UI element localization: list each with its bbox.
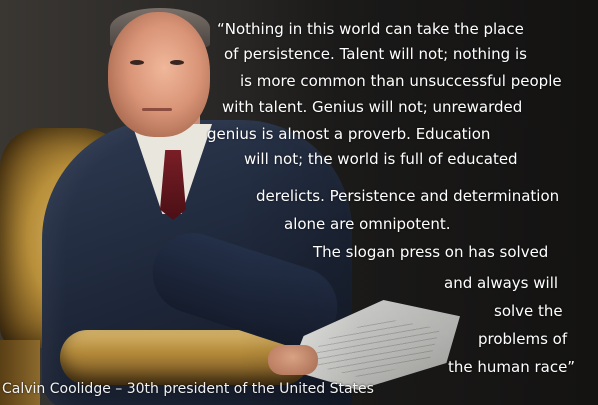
quote-line: will not; the world is full of educated [244, 150, 518, 168]
quote-line: solve the [494, 302, 563, 320]
quote-line: alone are omnipotent. [284, 215, 451, 233]
quote-line: “Nothing in this world can take the plac… [217, 20, 524, 38]
quote-line: of persistence. Talent will not; nothing… [224, 45, 527, 63]
quote-line: is more common than unsuccessful people [240, 72, 562, 90]
quote-line: and always will [444, 274, 559, 292]
quote-line: the human race” [448, 358, 576, 376]
quote-line: with talent. Genius will not; unrewarded [222, 98, 523, 116]
quote-line: derelicts. Persistence and determination [256, 187, 560, 205]
quote-line: The slogan press on has solved [313, 243, 549, 261]
attribution-caption: Calvin Coolidge – 30th president of the … [2, 381, 374, 397]
quote-line: problems of [478, 330, 568, 348]
quote-image: “Nothing in this world can take the plac… [0, 0, 598, 405]
quote-line: genius is almost a proverb. Education [207, 125, 491, 143]
